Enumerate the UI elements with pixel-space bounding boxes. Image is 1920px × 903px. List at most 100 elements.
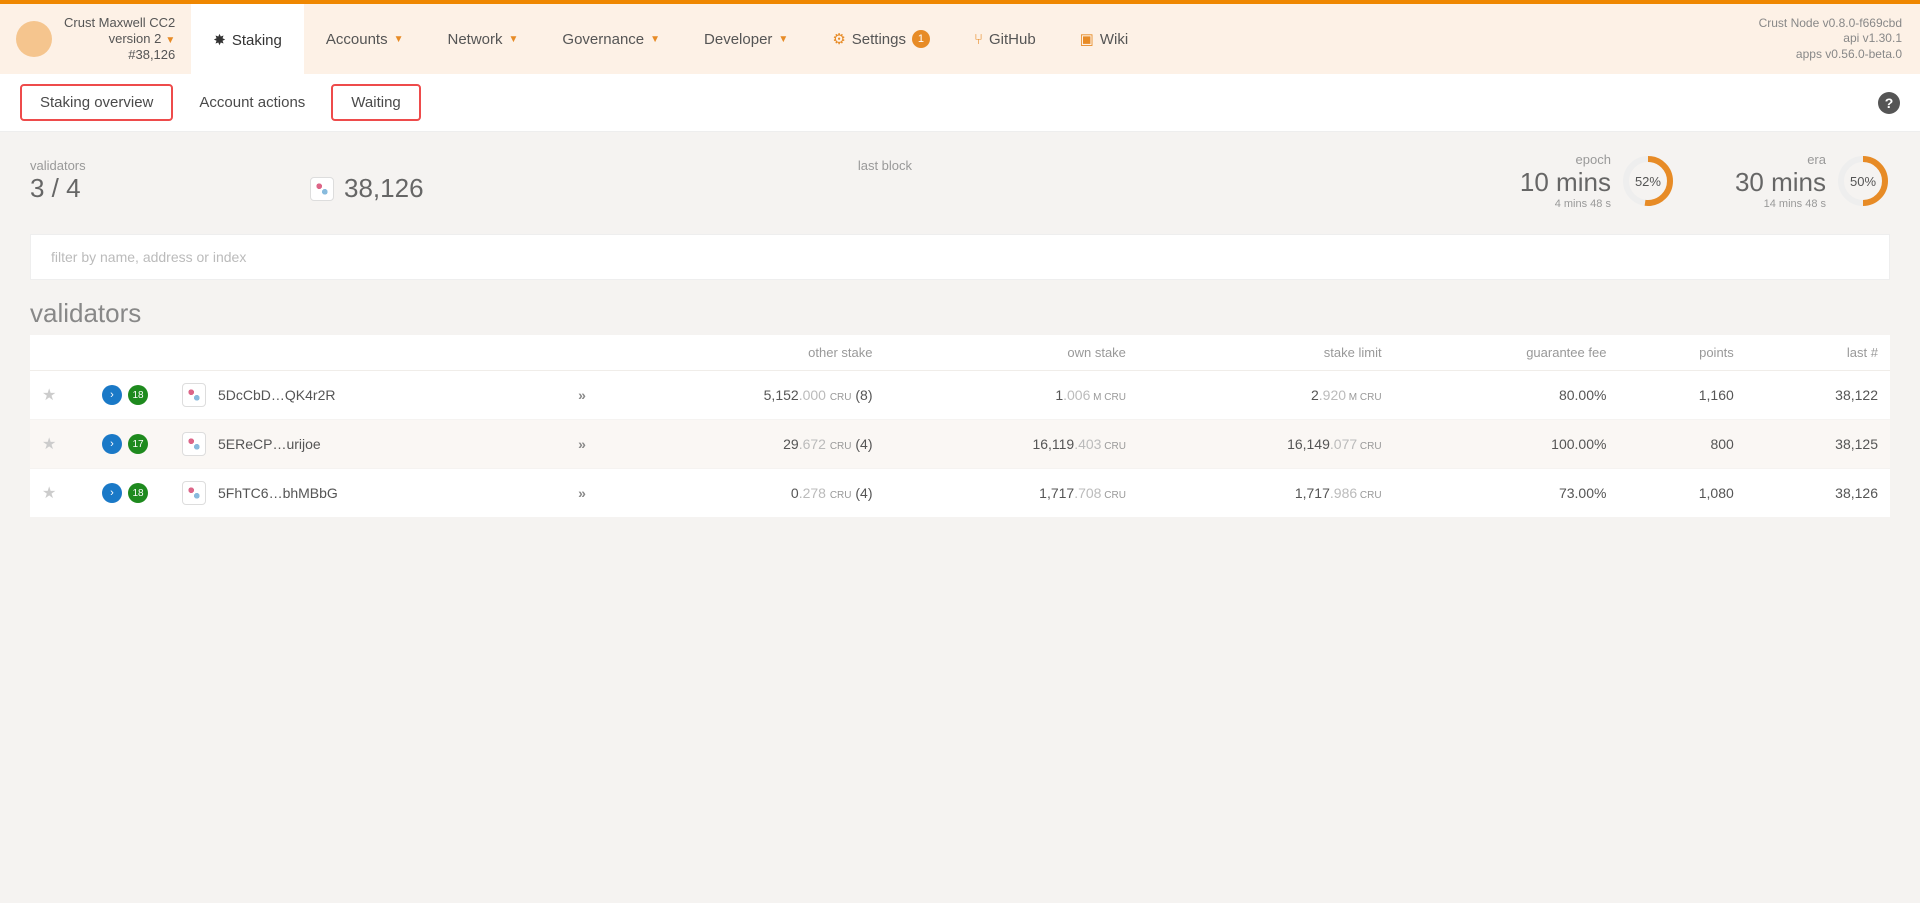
col-guarantee-fee: guarantee fee xyxy=(1394,335,1619,371)
chevron-down-icon: ▼ xyxy=(509,34,519,45)
expand-chevron-icon[interactable]: › xyxy=(102,434,122,454)
expand-chevron-icon[interactable]: › xyxy=(102,483,122,503)
nav-label: Staking xyxy=(232,32,282,49)
cell-points: 1,160 xyxy=(1618,371,1745,420)
nav-github[interactable]: ⑂ GitHub xyxy=(952,4,1058,74)
nav-governance[interactable]: Governance ▼ xyxy=(540,4,682,74)
version-info: Crust Node v0.8.0-f669cbd api v1.30.1 ap… xyxy=(1741,16,1920,63)
summary-label: validators xyxy=(30,158,250,173)
gear-icon: ⚙ xyxy=(832,30,845,48)
era-donut-icon: 50% xyxy=(1836,154,1890,208)
summary-era: era 30 mins 14 mins 48 s 50% xyxy=(1735,152,1890,210)
favorite-star-icon[interactable]: ★ xyxy=(42,436,56,453)
nominators-badge: 17 xyxy=(128,434,148,454)
tab-waiting[interactable]: Waiting xyxy=(331,84,420,121)
summary-label: epoch xyxy=(1520,152,1611,167)
cell-fee: 80.00% xyxy=(1394,371,1619,420)
identicon-icon xyxy=(182,432,206,456)
cell-fee: 73.00% xyxy=(1394,469,1619,518)
expand-icon[interactable]: » xyxy=(578,436,586,452)
filter-box xyxy=(30,234,1890,280)
epoch-pct: 52 xyxy=(1635,174,1649,189)
sub-tabs: Staking overview Account actions Waiting… xyxy=(0,74,1920,132)
expand-icon[interactable]: » xyxy=(578,485,586,501)
nav-label: Settings xyxy=(852,31,906,48)
nav-settings[interactable]: ⚙ Settings 1 xyxy=(810,4,952,74)
summary-validators: validators 3 / 4 xyxy=(30,158,250,204)
chain-logo-icon xyxy=(16,21,52,57)
cell-other-stake: 5,152.000 CRU (8) xyxy=(598,371,885,420)
tab-account-actions[interactable]: Account actions xyxy=(181,86,323,119)
summary-row: validators 3 / 4 last block 38,126 epoch… xyxy=(30,152,1890,210)
chevron-down-icon: ▼ xyxy=(778,34,788,45)
cell-last: 38,125 xyxy=(1746,420,1890,469)
nav-label: GitHub xyxy=(989,31,1036,48)
chevron-down-icon: ▼ xyxy=(394,34,404,45)
cell-own-stake: 16,119.403 CRU xyxy=(885,420,1138,469)
epoch-donut-icon: 52% xyxy=(1621,154,1675,208)
cell-stake-limit: 16,149.077 CRU xyxy=(1138,420,1394,469)
col-stake-limit: stake limit xyxy=(1138,335,1394,371)
cell-last: 38,126 xyxy=(1746,469,1890,518)
summary-lastblock: last block 38,126 xyxy=(310,158,1460,204)
expand-icon[interactable]: » xyxy=(578,387,586,403)
validators-table: other stake own stake stake limit guaran… xyxy=(30,335,1890,518)
cell-points: 1,080 xyxy=(1618,469,1745,518)
validator-address[interactable]: 5DcCbD…QK4r2R xyxy=(218,387,335,403)
table-row: ★›175EReCP…urijoe»29.672 CRU (4)16,119.4… xyxy=(30,420,1890,469)
summary-value: 3 / 4 xyxy=(30,173,250,204)
chain-name: Crust Maxwell CC2 xyxy=(64,15,175,31)
col-own-stake: own stake xyxy=(885,335,1138,371)
table-title: validators xyxy=(30,298,1890,329)
help-icon[interactable]: ? xyxy=(1878,92,1900,114)
nav-label: Wiki xyxy=(1100,31,1128,48)
summary-label: era xyxy=(1735,152,1826,167)
nav-label: Accounts xyxy=(326,31,388,48)
cell-stake-limit: 2.920 M CRU xyxy=(1138,371,1394,420)
header: Crust Maxwell CC2 version 2▼ #38,126 ✸ S… xyxy=(0,4,1920,74)
chevron-down-icon: ▼ xyxy=(650,34,660,45)
certificate-icon: ✸ xyxy=(213,31,226,49)
nav-staking[interactable]: ✸ Staking xyxy=(191,4,304,74)
nav-accounts[interactable]: Accounts ▼ xyxy=(304,4,426,74)
identicon-icon xyxy=(182,383,206,407)
identicon-icon xyxy=(182,481,206,505)
era-pct: 50 xyxy=(1850,174,1864,189)
cell-other-stake: 0.278 CRU (4) xyxy=(598,469,885,518)
brand-block[interactable]: Crust Maxwell CC2 version 2▼ #38,126 xyxy=(0,15,191,62)
nav-network[interactable]: Network ▼ xyxy=(425,4,540,74)
nominators-badge: 18 xyxy=(128,483,148,503)
main-content: validators 3 / 4 last block 38,126 epoch… xyxy=(0,132,1920,538)
validator-address[interactable]: 5FhTC6…bhMBbG xyxy=(218,485,338,501)
node-version: Crust Node v0.8.0-f669cbd xyxy=(1759,16,1902,32)
nav-label: Governance xyxy=(562,31,644,48)
validator-address[interactable]: 5EReCP…urijoe xyxy=(218,436,321,452)
nav-developer[interactable]: Developer ▼ xyxy=(682,4,810,74)
filter-input[interactable] xyxy=(51,249,1869,265)
col-points: points xyxy=(1618,335,1745,371)
book-icon: ▣ xyxy=(1080,30,1094,48)
brand-info: Crust Maxwell CC2 version 2▼ #38,126 xyxy=(64,15,175,62)
summary-sub: 14 mins 48 s xyxy=(1735,198,1826,210)
apps-version: apps v0.56.0-beta.0 xyxy=(1759,47,1902,63)
settings-badge: 1 xyxy=(912,30,930,48)
favorite-star-icon[interactable]: ★ xyxy=(42,485,56,502)
summary-epoch: epoch 10 mins 4 mins 48 s 52% xyxy=(1520,152,1675,210)
chain-block: #38,126 xyxy=(64,47,175,63)
expand-chevron-icon[interactable]: › xyxy=(102,385,122,405)
tab-staking-overview[interactable]: Staking overview xyxy=(20,84,173,121)
chain-version: version 2 xyxy=(109,31,162,46)
chevron-down-icon: ▼ xyxy=(165,35,175,46)
summary-value: 30 mins xyxy=(1735,167,1826,198)
summary-sub: 4 mins 48 s xyxy=(1520,198,1611,210)
summary-value: 38,126 xyxy=(344,173,424,204)
nav-wiki[interactable]: ▣ Wiki xyxy=(1058,4,1151,74)
cell-fee: 100.00% xyxy=(1394,420,1619,469)
main-nav: ✸ Staking Accounts ▼ Network ▼ Governanc… xyxy=(191,4,1150,74)
cell-own-stake: 1,717.708 CRU xyxy=(885,469,1138,518)
favorite-star-icon[interactable]: ★ xyxy=(42,387,56,404)
cell-last: 38,122 xyxy=(1746,371,1890,420)
block-author-icon xyxy=(310,177,334,201)
cell-points: 800 xyxy=(1618,420,1745,469)
code-branch-icon: ⑂ xyxy=(974,31,983,48)
